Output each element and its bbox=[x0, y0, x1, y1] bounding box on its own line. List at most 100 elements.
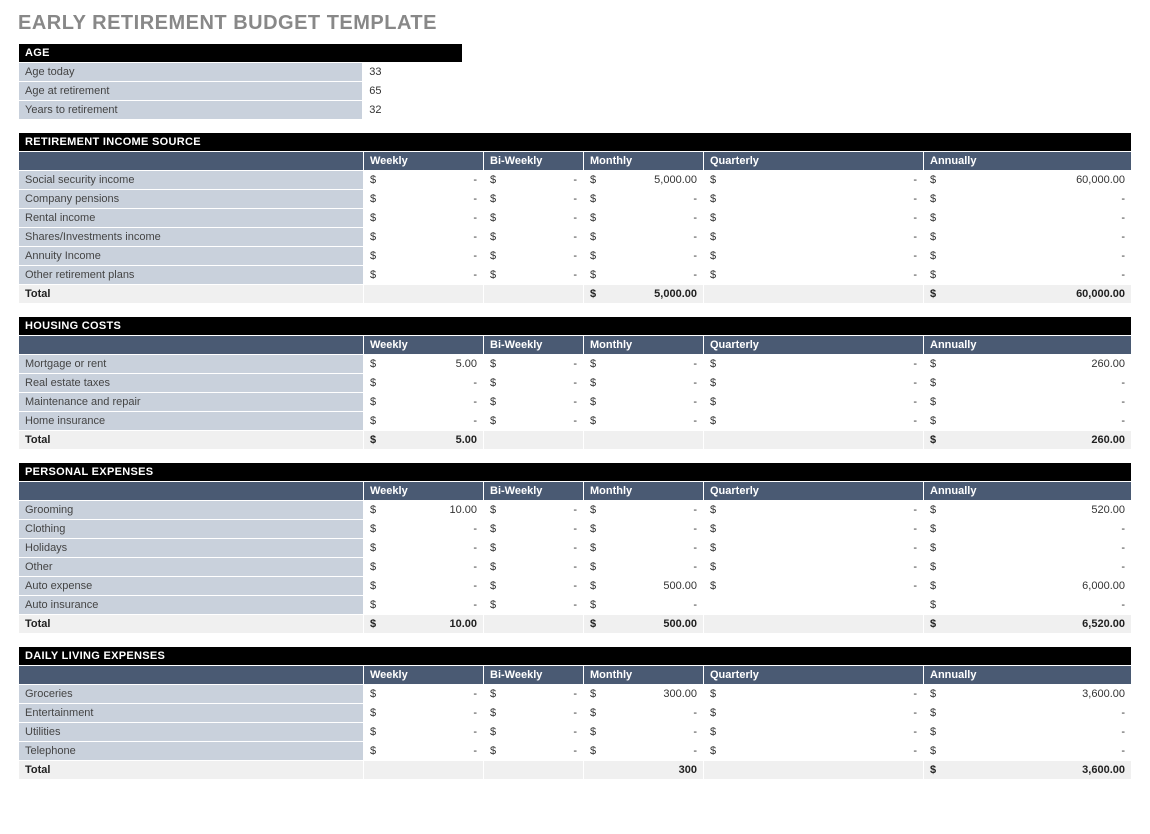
cell-value[interactable]: $- bbox=[584, 501, 704, 520]
cell-value[interactable]: $- bbox=[704, 558, 924, 577]
cell-value[interactable]: $- bbox=[584, 190, 704, 209]
cell-value[interactable]: $- bbox=[924, 520, 1132, 539]
cell-value[interactable]: $- bbox=[704, 742, 924, 761]
cell-value[interactable]: $- bbox=[704, 228, 924, 247]
cell-value[interactable]: $- bbox=[364, 228, 484, 247]
cell-value[interactable]: $- bbox=[364, 596, 484, 615]
cell-value[interactable]: $- bbox=[364, 685, 484, 704]
cell-value[interactable]: $- bbox=[364, 539, 484, 558]
cell-value[interactable]: $- bbox=[484, 247, 584, 266]
cell-value[interactable]: $- bbox=[704, 374, 924, 393]
cell-value[interactable]: $- bbox=[704, 266, 924, 285]
cell-value[interactable]: $- bbox=[364, 577, 484, 596]
cell-value[interactable]: $- bbox=[704, 501, 924, 520]
cell-value[interactable]: $- bbox=[924, 209, 1132, 228]
cell-value[interactable]: $- bbox=[484, 374, 584, 393]
cell-value[interactable]: $- bbox=[924, 412, 1132, 431]
cell-value[interactable]: $- bbox=[924, 539, 1132, 558]
cell-value[interactable]: $- bbox=[924, 266, 1132, 285]
cell-value[interactable]: $- bbox=[924, 190, 1132, 209]
cell-value[interactable]: $- bbox=[704, 393, 924, 412]
cell-value[interactable]: $- bbox=[484, 723, 584, 742]
cell-value[interactable]: 33 bbox=[363, 63, 463, 82]
cell-value[interactable]: $60,000.00 bbox=[924, 171, 1132, 190]
cell-value[interactable]: $- bbox=[484, 685, 584, 704]
cell-value[interactable]: $- bbox=[364, 704, 484, 723]
cell-value[interactable]: $5.00 bbox=[364, 355, 484, 374]
cell-value[interactable]: $- bbox=[484, 171, 584, 190]
cell-value[interactable]: $- bbox=[364, 412, 484, 431]
cell-value[interactable]: $- bbox=[584, 742, 704, 761]
cell-value[interactable]: $- bbox=[584, 228, 704, 247]
cell-value[interactable]: $- bbox=[704, 209, 924, 228]
cell-value[interactable]: $- bbox=[484, 704, 584, 723]
cell-value[interactable]: $- bbox=[584, 374, 704, 393]
cell-value[interactable]: $- bbox=[924, 228, 1132, 247]
cell-value[interactable]: $- bbox=[924, 704, 1132, 723]
cell-value[interactable]: $- bbox=[704, 355, 924, 374]
cell-value[interactable]: $- bbox=[584, 596, 704, 615]
cell-value[interactable] bbox=[704, 596, 924, 615]
cell-value[interactable]: $- bbox=[364, 520, 484, 539]
cell-value[interactable]: $- bbox=[364, 558, 484, 577]
cell-value[interactable]: $- bbox=[584, 520, 704, 539]
cell-value[interactable]: $260.00 bbox=[924, 355, 1132, 374]
cell-value[interactable]: $- bbox=[484, 209, 584, 228]
cell-value[interactable]: $- bbox=[704, 412, 924, 431]
cell-value[interactable]: $- bbox=[484, 190, 584, 209]
cell-value[interactable]: $520.00 bbox=[924, 501, 1132, 520]
cell-value[interactable]: $- bbox=[364, 209, 484, 228]
cell-value[interactable]: $- bbox=[584, 266, 704, 285]
cell-value[interactable]: $- bbox=[484, 355, 584, 374]
cell-value[interactable]: $6,000.00 bbox=[924, 577, 1132, 596]
cell-value[interactable]: 32 bbox=[363, 101, 463, 120]
cell-value[interactable]: $- bbox=[584, 247, 704, 266]
cell-value[interactable]: $- bbox=[484, 539, 584, 558]
cell-value[interactable]: 65 bbox=[363, 82, 463, 101]
cell-value[interactable]: $300.00 bbox=[584, 685, 704, 704]
cell-value[interactable]: $- bbox=[924, 596, 1132, 615]
cell-value[interactable]: $- bbox=[484, 577, 584, 596]
cell-value[interactable]: $- bbox=[704, 685, 924, 704]
cell-value[interactable]: $10.00 bbox=[364, 501, 484, 520]
cell-value[interactable]: $- bbox=[364, 190, 484, 209]
cell-value[interactable]: $- bbox=[364, 247, 484, 266]
cell-value[interactable]: $3,600.00 bbox=[924, 685, 1132, 704]
cell-value[interactable]: $- bbox=[484, 558, 584, 577]
cell-value[interactable]: $- bbox=[584, 704, 704, 723]
cell-value[interactable]: $- bbox=[584, 723, 704, 742]
cell-value[interactable]: $- bbox=[704, 171, 924, 190]
cell-value[interactable]: $- bbox=[484, 742, 584, 761]
cell-value[interactable]: $- bbox=[364, 723, 484, 742]
cell-value[interactable]: $- bbox=[484, 228, 584, 247]
cell-value[interactable]: $- bbox=[704, 723, 924, 742]
cell-value[interactable]: $- bbox=[584, 539, 704, 558]
cell-value[interactable]: $- bbox=[704, 577, 924, 596]
cell-value[interactable]: $- bbox=[584, 558, 704, 577]
cell-value[interactable]: $- bbox=[924, 247, 1132, 266]
cell-value[interactable]: $- bbox=[584, 355, 704, 374]
cell-value[interactable]: $- bbox=[584, 393, 704, 412]
cell-value[interactable]: $- bbox=[924, 742, 1132, 761]
cell-value[interactable]: $- bbox=[484, 596, 584, 615]
cell-value[interactable]: $5,000.00 bbox=[584, 171, 704, 190]
cell-value[interactable]: $- bbox=[484, 520, 584, 539]
cell-value[interactable]: $- bbox=[704, 539, 924, 558]
cell-value[interactable]: $- bbox=[364, 393, 484, 412]
cell-value[interactable]: $- bbox=[484, 266, 584, 285]
cell-value[interactable]: $- bbox=[584, 209, 704, 228]
cell-value[interactable]: $- bbox=[484, 412, 584, 431]
cell-value[interactable]: $- bbox=[364, 171, 484, 190]
cell-value[interactable]: $- bbox=[924, 723, 1132, 742]
cell-value[interactable]: $- bbox=[484, 501, 584, 520]
cell-value[interactable]: $- bbox=[704, 520, 924, 539]
cell-value[interactable]: $- bbox=[704, 704, 924, 723]
cell-value[interactable]: $- bbox=[924, 393, 1132, 412]
cell-value[interactable]: $- bbox=[584, 412, 704, 431]
cell-value[interactable]: $- bbox=[484, 393, 584, 412]
cell-value[interactable]: $- bbox=[924, 374, 1132, 393]
cell-value[interactable]: $- bbox=[364, 374, 484, 393]
cell-value[interactable]: $- bbox=[364, 742, 484, 761]
cell-value[interactable]: $- bbox=[924, 558, 1132, 577]
cell-value[interactable]: $500.00 bbox=[584, 577, 704, 596]
